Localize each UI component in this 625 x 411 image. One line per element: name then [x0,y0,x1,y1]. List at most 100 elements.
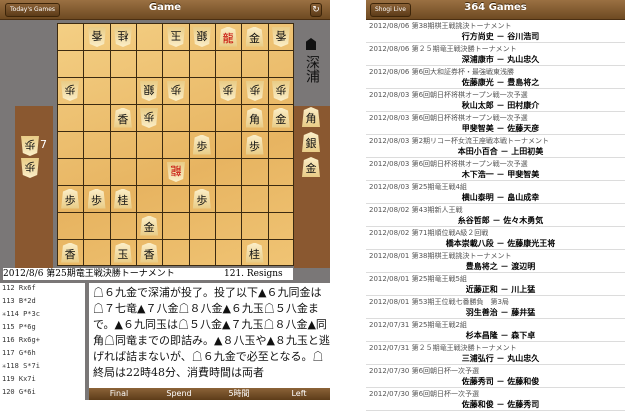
gote-piece[interactable]: 歩 [140,108,158,128]
game-row-players: 三浦弘行 － 丸山忠久 [461,353,540,363]
shogi-board[interactable]: 香桂玉銀龍金香歩銀歩歩歩歩香歩角金歩歩龍歩歩桂歩金香玉香桂 [57,23,294,266]
grid-line [57,185,294,186]
sente-piece[interactable]: 歩 [245,134,264,155]
game-row[interactable]: 2012/07/30 第6回朝日杯一次予選 佐藤秀司 － 佐藤和俊 [366,365,625,388]
sente-piece[interactable]: 桂 [113,188,132,209]
game-row-players: 横山泰明 － 畠山成幸 [461,192,540,202]
gote-piece[interactable]: 桂 [114,27,132,47]
game-row-meta: 2012/08/03 第6回朝日杯将棋オープン戦一次予選 [369,160,528,168]
grid-line [241,23,243,266]
gote-piece[interactable]: 歩 [61,81,79,101]
grid-line [83,23,85,266]
sente-piece[interactable]: 香 [113,107,132,128]
grid-line [136,23,137,266]
move-item[interactable]: 114 P*3c [6,310,40,318]
gote-piece[interactable]: 龍 [167,162,185,182]
gote-hand-piece[interactable]: 歩 [21,136,39,156]
game-row[interactable]: 2012/08/01 第38期棋王戦挑決トーナメント 豊島将之 － 渡辺明 [366,250,625,273]
game-row-meta: 2012/08/02 第43期新人王戦 [369,206,463,214]
game-row-players: 秋山太郎 － 田村康介 [461,100,540,110]
game-row[interactable]: 2012/07/31 第２５期竜王戦決勝トーナメント 三浦弘行 － 丸山忠久 [366,342,625,365]
game-row-players: 本田小百合 － 上田初美 [457,146,544,156]
game-result: 121. Resigns [224,269,283,279]
grid-line [57,212,294,213]
sente-piece[interactable]: 角 [245,107,264,128]
sente-piece[interactable]: 香 [61,242,80,263]
sente-hand-piece[interactable]: 角 [302,107,320,127]
game-row-players: 行方尚史 － 谷川浩司 [461,31,540,41]
sente-piece[interactable]: 香 [140,242,159,263]
gote-piece[interactable]: 香 [272,27,290,47]
game-row-meta: 2012/08/06 第38期棋王戦挑決トーナメント [369,22,512,30]
tab-spend[interactable]: Spend [149,388,209,400]
game-row-meta: 2012/07/31 第25期竜王戦2組 [369,321,467,329]
game-row[interactable]: 2012/08/06 第２５期竜王戦決勝トーナメント 深浦康市 － 丸山忠久 [366,43,625,66]
game-row[interactable]: 2012/08/06 第6回大和証券杯・最強戦東浅勝 佐藤康光 － 豊島将之 [366,66,625,89]
tab-time-limit[interactable]: 5時間 [209,388,269,400]
game-row-players: 佐藤康光 － 豊島将之 [461,77,540,87]
sente-hand-piece[interactable]: 銀 [302,132,320,152]
gote-piece[interactable]: 銀 [193,27,211,47]
game-info-bar: 2012/8/6 第25期竜王戦決勝トーナメント 121. Resigns [3,268,293,280]
game-row[interactable]: 2012/08/01 第53期王位戦七番勝負 第3局 羽生善治 － 藤井猛 [366,296,625,319]
sente-piece[interactable]: 桂 [245,242,264,263]
tab-left[interactable]: Left [269,388,329,400]
sente-piece[interactable]: 歩 [192,134,211,155]
move-list[interactable]: 112 Rx6f 113 B*2d ✳114 P*3c 115 P*6g 116… [0,283,85,400]
shogi-live-button[interactable]: Shogi Live [370,3,411,17]
game-row-meta: 2012/07/31 第２５期竜王戦決勝トーナメント [369,344,517,352]
refresh-icon[interactable]: ↻ [310,3,322,17]
gote-piece-stand: 歩 7 [15,106,53,268]
game-row[interactable]: 2012/07/31 第25期竜王戦2組 杉本昌隆 － 森下卓 [366,319,625,342]
move-item[interactable]: 117 G*6h [2,349,36,357]
move-item[interactable]: 113 B*2d [2,297,36,305]
move-item[interactable]: 116 Rx6g+ [2,336,40,344]
game-info-title: 2012/8/6 第25期竜王戦決勝トーナメント [3,269,175,279]
game-row[interactable]: 2012/08/06 第38期棋王戦挑決トーナメント 行方尚史 － 谷川浩司 [366,20,625,43]
gote-piece[interactable]: 歩 [246,81,264,101]
todays-games-button[interactable]: Today's Games [5,3,61,17]
game-row[interactable]: 2012/08/02 第43期新人王戦 糸谷哲郎 － 佐々木勇気 [366,204,625,227]
game-row[interactable]: 2012/08/01 第25期竜王戦5組 近藤正和 － 川上猛 [366,273,625,296]
sente-hand-piece[interactable]: 金 [302,157,320,177]
sente-piece[interactable]: 歩 [61,188,80,209]
gote-hand-count: 7 [40,138,47,151]
sente-piece[interactable]: 歩 [192,188,211,209]
move-item[interactable]: 112 Rx6f [2,284,36,292]
gote-piece[interactable]: 歩 [167,81,185,101]
game-row-meta: 2012/08/03 第2期リコー杯女流王座戦本戦トーナメント [369,137,550,145]
gote-piece[interactable]: 歩 [272,81,290,101]
game-row[interactable]: 2012/08/03 第6回朝日杯将棋オープン戦一次予選 木下浩一 － 甲斐智美 [366,158,625,181]
game-row[interactable]: 2012/08/03 第25期竜王戦4組 横山泰明 － 畠山成幸 [366,181,625,204]
move-item[interactable]: 119 Kx7i [2,375,36,383]
sente-piece[interactable]: 金 [245,26,264,47]
gote-piece[interactable]: 歩 [219,81,237,101]
game-row[interactable]: 2012/08/03 第6回朝日杯将棋オープン戦一次予選 秋山太郎 － 田村康介 [366,89,625,112]
game-row-players: 佐藤和俊 － 佐藤秀司 [461,399,540,409]
grid-line [57,23,294,24]
sente-piece[interactable]: 玉 [113,242,132,263]
game-row-players: 羽生善治 － 藤井猛 [465,307,536,317]
gote-piece[interactable]: 香 [88,27,106,47]
move-item[interactable]: 120 G*6i [2,388,36,396]
tab-final[interactable]: Final [89,388,149,400]
grid-line [215,23,216,266]
game-row[interactable]: 2012/08/03 第2期リコー杯女流王座戦本戦トーナメント 本田小百合 － 上… [366,135,625,158]
move-item[interactable]: 118 S*7i [6,362,40,370]
gote-hand-piece-2[interactable]: 歩 [21,158,39,178]
sente-piece[interactable]: 歩 [87,188,106,209]
game-row-meta: 2012/07/30 第6回朝日杯一次予選 [369,367,480,375]
gote-piece[interactable]: 銀 [140,81,158,101]
move-item[interactable]: 115 P*6g [2,323,36,331]
game-row-meta: 2012/08/01 第53期王位戦七番勝負 第3局 [369,298,509,306]
game-row[interactable]: 2012/08/02 第71期順位戦A級２回戦 橋本崇載八段 － 佐藤康光王将 [366,227,625,250]
gote-piece[interactable]: 玉 [167,27,185,47]
game-row-meta: 2012/08/01 第38期棋王戦挑決トーナメント [369,252,512,260]
sente-piece[interactable]: 金 [140,215,159,236]
sente-piece[interactable]: 金 [271,107,290,128]
game-row-players: 橋本崇載八段 － 佐藤康光王将 [445,238,556,248]
game-row-players: 佐藤秀司 － 佐藤和俊 [461,376,540,386]
game-comment: ☖６九金で深浦が投了。投了以下▲６九同金は☖７七竜▲７八金☖８八金▲６九玉☖５八… [89,283,334,388]
game-row[interactable]: 2012/08/03 第6回朝日杯将棋オープン戦一次予選 甲斐智美 － 佐藤天彦 [366,112,625,135]
sente-piece[interactable]: 龍 [219,26,238,47]
